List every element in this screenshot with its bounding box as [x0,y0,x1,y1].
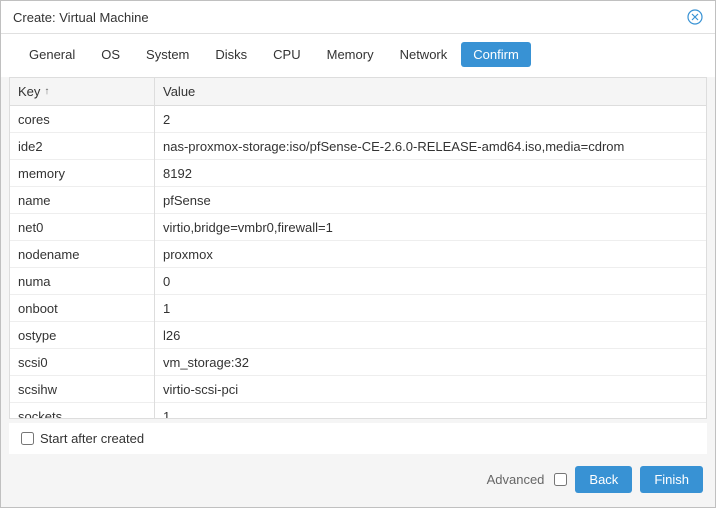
start-after-label: Start after created [40,431,144,446]
table-row[interactable]: sockets1 [10,403,706,418]
table-row[interactable]: ostypel26 [10,322,706,349]
column-key[interactable]: Key ↑ [10,78,155,105]
cell-value: virtio,bridge=vmbr0,firewall=1 [155,214,706,241]
tab-confirm[interactable]: Confirm [461,42,531,67]
cell-value: proxmox [155,241,706,268]
cell-key: ostype [10,322,155,349]
wizard-tabs: GeneralOSSystemDisksCPUMemoryNetworkConf… [1,34,715,77]
cell-key: net0 [10,214,155,241]
table-row[interactable]: numa0 [10,268,706,295]
column-value-label: Value [163,84,195,99]
table-row[interactable]: onboot1 [10,295,706,322]
advanced-checkbox[interactable] [554,473,567,486]
start-after-row: Start after created [9,423,707,454]
close-icon[interactable] [687,9,703,25]
table-row[interactable]: memory8192 [10,160,706,187]
table-row[interactable]: namepfSense [10,187,706,214]
cell-key: ide2 [10,133,155,160]
cell-value: 2 [155,106,706,133]
tab-system[interactable]: System [134,42,201,67]
tab-memory[interactable]: Memory [315,42,386,67]
column-value[interactable]: Value [155,78,706,105]
back-button[interactable]: Back [575,466,632,493]
sort-asc-icon: ↑ [44,86,49,97]
cell-key: cores [10,106,155,133]
tab-general[interactable]: General [17,42,87,67]
tab-os[interactable]: OS [89,42,132,67]
cell-value: 0 [155,268,706,295]
grid-body[interactable]: cores2ide2nas-proxmox-storage:iso/pfSens… [10,106,706,418]
table-row[interactable]: nodenameproxmox [10,241,706,268]
cell-value: 1 [155,403,706,419]
cell-key: scsi0 [10,349,155,376]
table-row[interactable]: ide2nas-proxmox-storage:iso/pfSense-CE-2… [10,133,706,160]
dialog-footer: Advanced Back Finish [1,454,715,507]
start-after-checkbox[interactable] [21,432,34,445]
cell-key: sockets [10,403,155,419]
cell-value: 8192 [155,160,706,187]
advanced-label: Advanced [487,472,545,487]
cell-value: pfSense [155,187,706,214]
confirm-grid: Key ↑ Value cores2ide2nas-proxmox-storag… [9,77,707,419]
column-key-label: Key [18,84,40,99]
grid-header: Key ↑ Value [10,78,706,106]
tab-disks[interactable]: Disks [203,42,259,67]
cell-key: onboot [10,295,155,322]
finish-button[interactable]: Finish [640,466,703,493]
cell-key: memory [10,160,155,187]
cell-value: vm_storage:32 [155,349,706,376]
cell-value: virtio-scsi-pci [155,376,706,403]
cell-key: name [10,187,155,214]
tab-network[interactable]: Network [388,42,460,67]
table-row[interactable]: scsihwvirtio-scsi-pci [10,376,706,403]
dialog-title: Create: Virtual Machine [13,10,149,25]
table-row[interactable]: scsi0vm_storage:32 [10,349,706,376]
dialog-header: Create: Virtual Machine [1,1,715,34]
table-row[interactable]: net0virtio,bridge=vmbr0,firewall=1 [10,214,706,241]
cell-value: l26 [155,322,706,349]
cell-value: 1 [155,295,706,322]
create-vm-dialog: Create: Virtual Machine GeneralOSSystemD… [0,0,716,508]
cell-value: nas-proxmox-storage:iso/pfSense-CE-2.6.0… [155,133,706,160]
cell-key: nodename [10,241,155,268]
table-row[interactable]: cores2 [10,106,706,133]
tab-cpu[interactable]: CPU [261,42,312,67]
cell-key: numa [10,268,155,295]
cell-key: scsihw [10,376,155,403]
